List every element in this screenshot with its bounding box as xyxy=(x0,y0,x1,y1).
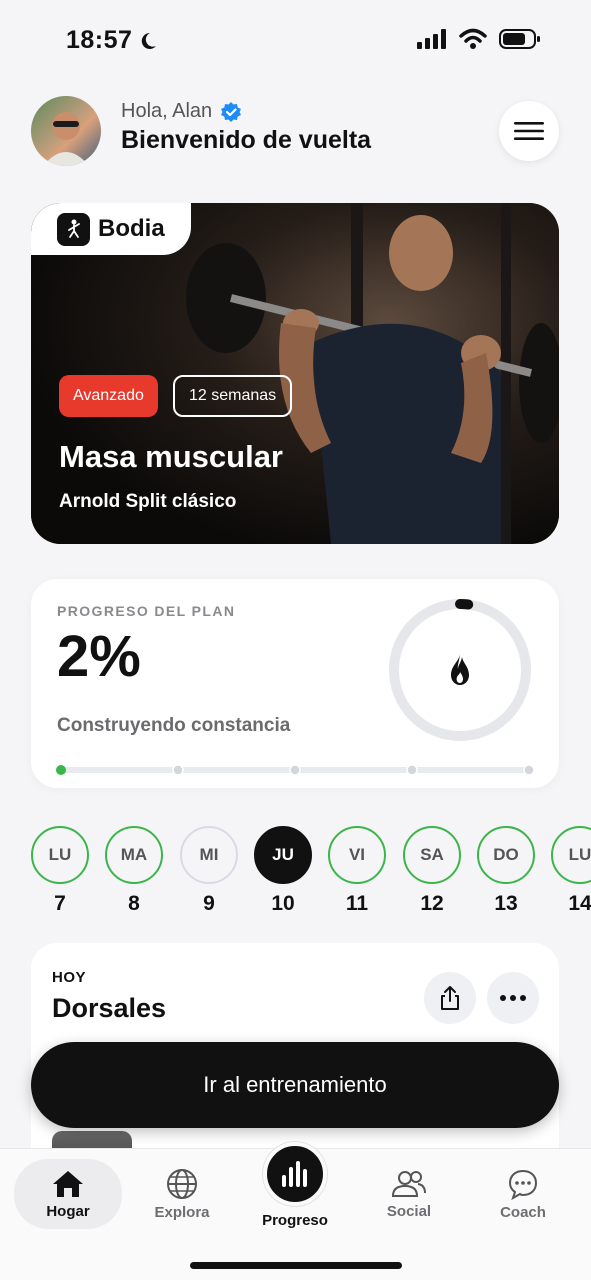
time-text: 18:57 xyxy=(66,26,133,54)
day-number: 12 xyxy=(420,892,444,915)
menu-button[interactable] xyxy=(499,101,559,161)
nav-home[interactable]: Hogar xyxy=(14,1159,122,1229)
day-number: 9 xyxy=(203,892,215,915)
nav-home-label: Hogar xyxy=(46,1202,90,1220)
today-workout-title: Dorsales xyxy=(52,993,167,1023)
wifi-icon xyxy=(459,28,487,49)
bar-chart-icon xyxy=(282,1161,307,1187)
brand-tab: Bodia xyxy=(31,203,191,255)
nav-coach-label: Coach xyxy=(500,1203,546,1221)
day-circle: JU xyxy=(254,826,312,884)
nav-social[interactable]: Social xyxy=(355,1159,463,1229)
day-item[interactable]: MA 8 xyxy=(105,826,163,916)
hamburger-icon xyxy=(514,122,544,140)
milestone-dot xyxy=(172,765,184,775)
day-item[interactable]: DO 13 xyxy=(477,826,535,916)
today-kicker: HOY xyxy=(52,969,87,986)
bodia-logo-icon xyxy=(57,212,90,246)
plan-title: Masa muscular xyxy=(59,439,283,474)
battery-icon xyxy=(499,29,540,49)
chat-icon xyxy=(508,1169,538,1200)
globe-icon xyxy=(167,1168,197,1199)
plan-subtitle: Arnold Split clásico xyxy=(59,491,237,512)
day-item[interactable]: SA 12 xyxy=(403,826,461,916)
day-item[interactable]: JU 10 xyxy=(254,826,312,916)
day-item[interactable]: LU 14 xyxy=(551,826,591,916)
day-circle: SA xyxy=(403,826,461,884)
day-circle: VI xyxy=(328,826,386,884)
moon-icon xyxy=(142,32,157,49)
people-icon xyxy=(391,1170,426,1197)
duration-tag: 12 semanas xyxy=(173,375,293,417)
plan-progress-card[interactable]: PROGRESO DEL PLAN 2% Construyendo consta… xyxy=(31,579,559,788)
day-circle: MA xyxy=(105,826,163,884)
nav-coach[interactable]: Coach xyxy=(469,1159,577,1229)
brand-name: Bodia xyxy=(98,215,165,242)
milestone-track xyxy=(56,765,534,775)
day-number: 14 xyxy=(568,892,591,915)
nav-progress-button[interactable] xyxy=(263,1142,327,1206)
level-tag: Avanzado xyxy=(59,375,158,417)
day-circle: MI xyxy=(180,826,238,884)
progress-ring xyxy=(389,599,531,741)
day-item[interactable]: MI 9 xyxy=(180,826,238,916)
plan-hero-card[interactable]: Bodia Avanzado 12 semanas Masa muscular … xyxy=(31,203,559,544)
nav-social-label: Social xyxy=(386,1202,432,1220)
more-icon xyxy=(500,995,526,1001)
avatar[interactable] xyxy=(31,96,101,166)
home-indicator xyxy=(190,1262,402,1269)
day-number: 11 xyxy=(345,892,369,915)
day-number: 10 xyxy=(271,892,295,915)
signal-icon xyxy=(417,29,446,49)
day-number: 8 xyxy=(128,892,140,915)
progress-value: 2% xyxy=(57,624,141,689)
share-icon xyxy=(441,986,459,1010)
day-circle: LU xyxy=(551,826,591,884)
milestone-dot xyxy=(56,765,66,775)
nav-explore-label: Explora xyxy=(154,1203,210,1221)
milestone-dot xyxy=(289,765,301,775)
status-time: 18:57 xyxy=(66,26,158,55)
welcome-title: Bienvenido de vuelta xyxy=(121,126,372,154)
verified-badge-icon xyxy=(221,101,242,122)
progress-label: PROGRESO DEL PLAN xyxy=(57,603,236,619)
home-icon xyxy=(53,1170,83,1197)
progress-caption: Construyendo constancia xyxy=(57,715,291,736)
day-item[interactable]: LU 7 xyxy=(31,826,89,916)
bottom-nav: Hogar Explora Progreso Social Coach xyxy=(0,1142,591,1280)
day-circle: LU xyxy=(31,826,89,884)
more-options-button[interactable] xyxy=(487,972,539,1024)
day-circle: DO xyxy=(477,826,535,884)
milestone-dot xyxy=(406,765,418,775)
day-number: 13 xyxy=(494,892,518,915)
nav-progress-label: Progreso xyxy=(262,1212,328,1229)
status-icons xyxy=(417,28,541,50)
day-number: 7 xyxy=(54,892,66,915)
greeting-text: Hola, Alan xyxy=(121,100,213,122)
greeting: Hola, Alan xyxy=(121,100,242,123)
milestone-dot xyxy=(523,765,534,775)
share-button[interactable] xyxy=(424,972,476,1024)
avatar-photo xyxy=(43,112,89,166)
status-bar: 18:57 xyxy=(0,0,591,80)
nav-explore[interactable]: Explora xyxy=(128,1159,236,1229)
go-to-workout-button[interactable]: Ir al entrenamiento xyxy=(31,1042,559,1128)
day-item[interactable]: VI 11 xyxy=(328,826,386,916)
